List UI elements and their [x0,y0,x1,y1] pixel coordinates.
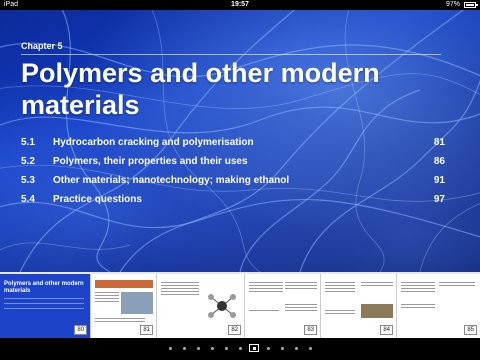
toc-page-number: 81 [433,137,445,148]
thumbnail-line [4,303,84,304]
pager-dot[interactable] [210,347,214,350]
page-indicator[interactable] [0,338,480,360]
pager-dot[interactable] [266,347,270,350]
thumbnail-page-number: 80 [74,325,87,335]
toc-number: 5.1 [21,137,35,148]
clock: 19:57 [231,1,249,8]
pager-dot[interactable] [280,347,284,350]
pager-dot[interactable] [308,347,312,350]
toc-page-number: 86 [433,156,445,167]
thumbnail-page-85[interactable]: 85 [396,274,480,338]
thumbnail-page-number: 81 [140,325,153,335]
thumbnail-image [121,292,153,314]
battery-percent: 97% [445,1,460,8]
thumbnail-line [4,308,84,309]
toc-number: 5.2 [21,156,35,167]
toc-title: Hydrocarbon cracking and polymerisation [53,137,254,148]
thumbnail-page-number: 83 [304,325,317,335]
thumbnail-image [95,280,153,288]
toc-item-5-1[interactable]: 5.1 Hydrocarbon cracking and polymerisat… [21,137,451,156]
thumbnail-image [361,304,393,318]
toc-item-5-2[interactable]: 5.2 Polymers, their properties and their… [21,156,451,175]
title-divider [21,54,441,55]
pager-dot-active[interactable] [249,344,259,352]
chapter-title: Polymers and other modern materials [21,58,380,120]
battery-tip [476,4,478,6]
toc-page-number: 91 [433,175,445,186]
thumbnail-page-number: 85 [464,325,477,335]
thumbnail-page-81[interactable]: 81 [90,274,156,338]
pager-dot[interactable] [168,347,172,350]
pager-dot[interactable] [294,347,298,350]
page-thumbnail-strip[interactable]: Polymers and other modern materials 80 8… [0,272,480,338]
thumbnail-molecule [208,294,236,318]
toc-number: 5.4 [21,194,35,205]
toc-item-5-4[interactable]: 5.4 Practice questions 97 [21,194,451,213]
thumbnail-page-82[interactable]: 82 [156,274,244,338]
toc-page-number: 97 [433,194,445,205]
pager-dot[interactable] [182,347,186,350]
thumbnail-page-number: 82 [228,325,241,335]
table-of-contents: 5.1 Hydrocarbon cracking and polymerisat… [21,137,451,213]
thumbnail-line [4,298,84,299]
chapter-cover: Chapter 5 Polymers and other modern mate… [0,10,480,272]
thumbnail-cover-title: Polymers and other modern materials [4,281,84,294]
toc-title: Other materials; nanotechnology; making … [53,175,290,186]
toc-title: Practice questions [53,194,142,205]
thumbnail-page-80[interactable]: Polymers and other modern materials 80 [0,274,90,338]
status-bar: iPad 19:57 97% [0,0,480,10]
thumbnail-page-number: 84 [380,325,393,335]
thumbnail-page-83[interactable]: 83 [244,274,320,338]
thumbnail-page-84[interactable]: 84 [320,274,396,338]
chapter-label: Chapter 5 [21,41,63,51]
battery-icon [464,2,476,8]
toc-item-5-3[interactable]: 5.3 Other materials; nanotechnology; mak… [21,175,451,194]
pager-dot[interactable] [224,347,228,350]
pager-dot[interactable] [196,347,200,350]
pager-dot[interactable] [238,347,242,350]
toc-number: 5.3 [21,175,35,186]
toc-title: Polymers, their properties and their use… [53,156,248,167]
pager-dot-active-marker [253,347,256,350]
